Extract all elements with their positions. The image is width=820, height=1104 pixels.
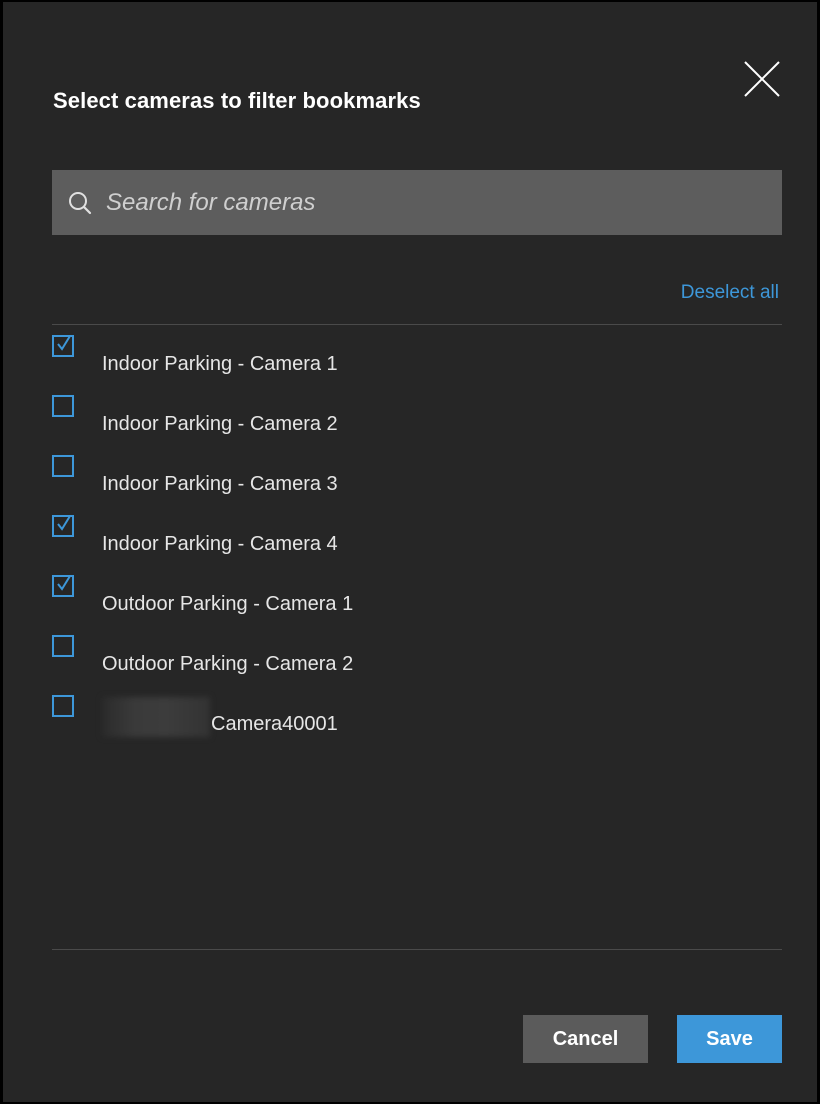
- camera-list-item[interactable]: Outdoor Parking - Camera 1: [52, 575, 782, 635]
- camera-checkbox[interactable]: [52, 335, 74, 357]
- camera-label: Camera40001: [211, 713, 338, 735]
- list-top-divider: [52, 324, 782, 325]
- cancel-button[interactable]: Cancel: [523, 1015, 648, 1063]
- camera-label: Indoor Parking - Camera 3: [102, 473, 338, 495]
- checkmark-icon: [57, 575, 71, 591]
- search-box: [52, 170, 782, 235]
- search-icon: [69, 192, 92, 215]
- camera-checkbox[interactable]: [52, 575, 74, 597]
- camera-checkbox[interactable]: [52, 395, 74, 417]
- close-button[interactable]: [741, 58, 783, 100]
- list-bottom-divider: [52, 949, 782, 950]
- camera-list-item[interactable]: Indoor Parking - Camera 4: [52, 515, 782, 575]
- camera-label: Indoor Parking - Camera 4: [102, 533, 338, 555]
- camera-label: Outdoor Parking - Camera 1: [102, 593, 354, 615]
- camera-label: Indoor Parking - Camera 1: [102, 353, 338, 375]
- deselect-all-link[interactable]: Deselect all: [681, 282, 779, 304]
- camera-list: Indoor Parking - Camera 1 Indoor Parking …: [52, 335, 782, 755]
- camera-list-item[interactable]: Indoor Parking - Camera 3: [52, 455, 782, 515]
- camera-checkbox[interactable]: [52, 515, 74, 537]
- camera-list-item[interactable]: Indoor Parking - Camera 1: [52, 335, 782, 395]
- camera-list-item[interactable]: Camera40001: [52, 695, 782, 755]
- save-button[interactable]: Save: [677, 1015, 782, 1063]
- dialog-title: Select cameras to filter bookmarks: [53, 88, 421, 113]
- camera-list-item[interactable]: Indoor Parking - Camera 2: [52, 395, 782, 455]
- camera-list-item[interactable]: Outdoor Parking - Camera 2: [52, 635, 782, 695]
- close-icon: [744, 61, 780, 97]
- search-input[interactable]: [106, 170, 766, 235]
- checkmark-icon: [57, 515, 71, 531]
- camera-filter-dialog: Select cameras to filter bookmarks Desel…: [0, 0, 820, 1104]
- redacted-name-block: [102, 697, 210, 737]
- camera-checkbox[interactable]: [52, 455, 74, 477]
- checkmark-icon: [57, 335, 71, 351]
- camera-label: Outdoor Parking - Camera 2: [102, 653, 354, 675]
- camera-checkbox[interactable]: [52, 635, 74, 657]
- camera-checkbox[interactable]: [52, 695, 74, 717]
- camera-label: Indoor Parking - Camera 2: [102, 413, 338, 435]
